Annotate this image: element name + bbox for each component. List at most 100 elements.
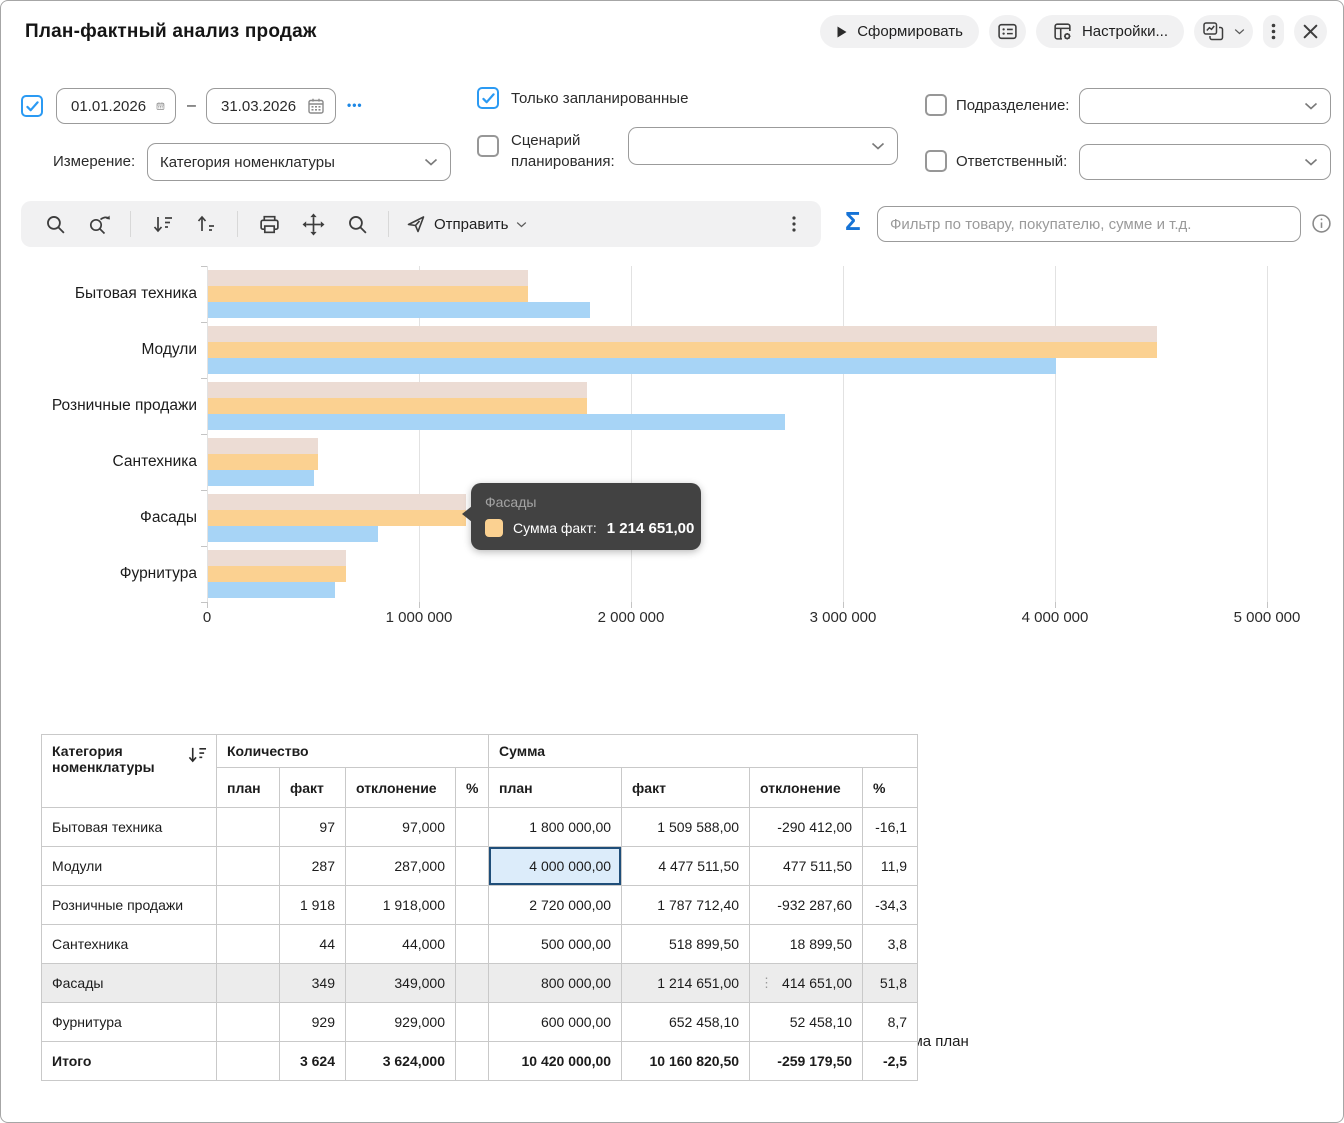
more-button[interactable] [1263,15,1284,48]
value-cell[interactable] [454,846,490,886]
chart-bar-fact[interactable] [208,454,318,470]
department-checkbox[interactable] [925,94,947,116]
chart-bar-fact[interactable] [208,510,466,526]
period-to-field[interactable]: 31.03.2026 [206,88,336,124]
generate-button[interactable]: Сформировать [820,15,979,48]
value-cell[interactable]: 51,8 [862,963,919,1003]
value-cell[interactable]: 11,9 [862,846,919,886]
subheader-qty-fact[interactable]: факт [279,767,346,808]
related-reports-button[interactable] [1194,15,1253,48]
column-group-sum[interactable]: Сумма [488,734,919,768]
value-cell[interactable]: 1 918 [279,885,346,925]
value-cell[interactable]: 929 [279,1002,346,1042]
category-cell[interactable]: Фасады [41,963,217,1003]
value-cell[interactable]: 3,8 [862,924,919,964]
value-cell[interactable]: -290 412,00 [749,807,864,847]
value-cell[interactable]: -2,5 [862,1041,919,1081]
subheader-sum-deviation[interactable]: отклонение [749,767,864,808]
value-cell[interactable] [454,1002,490,1042]
value-cell[interactable]: 800 000,00 [488,963,623,1003]
value-cell[interactable]: 287,000 [345,846,456,886]
value-cell[interactable]: 8,7 [862,1002,919,1042]
chart-bar-fact[interactable] [208,342,1157,358]
value-cell[interactable] [216,1002,280,1042]
period-from-field[interactable]: 01.01.2026 [56,88,176,124]
column-group-quantity[interactable]: Количество [215,734,490,768]
value-cell[interactable]: -259 179,50 [749,1041,864,1081]
table-row[interactable]: Фурнитура 929 929,000 600 000,00 652 458,10 5… [41,1002,919,1042]
period-presets-button[interactable]: ••• [345,96,365,114]
value-cell[interactable] [216,963,280,1003]
value-cell[interactable] [454,807,490,847]
subheader-sum-fact[interactable]: факт [621,767,751,808]
value-cell[interactable] [454,1041,490,1081]
value-cell[interactable] [216,1041,280,1081]
table-row[interactable]: Фасады 349 349,000 800 000,00 1 214 651,00 ⋮ 4… [41,963,919,1003]
sort-descending-icon[interactable] [186,745,208,764]
table-row[interactable]: Сантехника 44 44,000 500 000,00 518 899,50 18… [41,924,919,964]
category-cell[interactable]: Розничные продажи [41,885,217,925]
chart-bar-forecast[interactable] [208,438,318,454]
subheader-sum-percent[interactable]: % [862,767,919,808]
category-cell[interactable]: Итого [41,1041,217,1081]
table-row[interactable]: Итого 3 624 3 624,000 10 420 000,00 10 160 8… [41,1041,919,1081]
chart-bar-plan[interactable] [208,358,1056,374]
value-cell[interactable]: 477 511,50 [749,846,864,886]
value-cell[interactable]: -932 287,60 [749,885,864,925]
value-cell[interactable] [216,846,280,886]
chart-bar-forecast[interactable] [208,382,587,398]
value-cell[interactable]: ⋮ 414 651,00 [749,963,864,1003]
value-cell[interactable] [216,924,280,964]
settings-button[interactable]: Настройки... [1035,15,1184,48]
close-button[interactable] [1294,15,1327,48]
sort-asc-button[interactable] [184,206,228,242]
value-cell[interactable]: 10 160 820,50 [621,1041,751,1081]
chart-bar-fact[interactable] [208,398,587,414]
department-select[interactable] [1079,88,1331,124]
subheader-qty-percent[interactable]: % [454,767,490,808]
chart-bar-forecast[interactable] [208,326,1157,342]
search-button[interactable] [33,206,77,242]
value-cell[interactable] [454,924,490,964]
calendar-icon[interactable] [156,97,165,115]
column-header-category[interactable]: Категория номенклатуры [41,734,217,808]
value-cell[interactable]: 1 918,000 [345,885,456,925]
value-cell[interactable]: 4 477 511,50 [621,846,751,886]
cell-menu-dots-icon[interactable]: ⋮ [760,975,773,991]
scenario-select[interactable] [628,127,898,165]
sort-desc-button[interactable] [140,206,184,242]
value-cell[interactable] [216,807,280,847]
chart-bar-plan[interactable] [208,414,785,430]
value-cell[interactable]: 929,000 [345,1002,456,1042]
chart-bar-plan[interactable] [208,470,314,486]
subheader-qty-deviation[interactable]: отклонение [345,767,456,808]
value-cell[interactable]: 1 509 588,00 [621,807,751,847]
totals-sigma-button[interactable]: Σ [839,205,867,238]
chart-bar-fact[interactable] [208,566,346,582]
value-cell[interactable]: 600 000,00 [488,1002,623,1042]
value-cell[interactable]: -16,1 [862,807,919,847]
report-variants-button[interactable] [988,15,1026,48]
table-row[interactable]: Модули 287 287,000 4 000 000,00 4 477 511,50… [41,846,919,886]
period-checkbox[interactable] [21,95,43,117]
value-cell[interactable]: 349 [279,963,346,1003]
value-cell[interactable]: -34,3 [862,885,919,925]
value-cell[interactable]: 10 420 000,00 [488,1041,623,1081]
chart-bar-forecast[interactable] [208,270,528,286]
print-button[interactable] [247,206,291,242]
value-cell[interactable]: 349,000 [345,963,456,1003]
value-cell[interactable]: 652 458,10 [621,1002,751,1042]
category-cell[interactable]: Фурнитура [41,1002,217,1042]
responsible-checkbox[interactable] [925,150,947,172]
table-row[interactable]: Розничные продажи 1 918 1 918,000 2 720 000… [41,885,919,925]
value-cell[interactable]: 18 899,50 [749,924,864,964]
selected-cell[interactable]: 4 000 000,00 [488,846,623,886]
value-cell[interactable] [454,885,490,925]
value-cell[interactable]: 2 720 000,00 [488,885,623,925]
value-cell[interactable]: 44,000 [345,924,456,964]
value-cell[interactable]: 52 458,10 [749,1002,864,1042]
value-cell[interactable]: 3 624 [279,1041,346,1081]
move-button[interactable] [291,206,335,242]
zoom-button[interactable] [335,206,379,242]
category-cell[interactable]: Модули [41,846,217,886]
